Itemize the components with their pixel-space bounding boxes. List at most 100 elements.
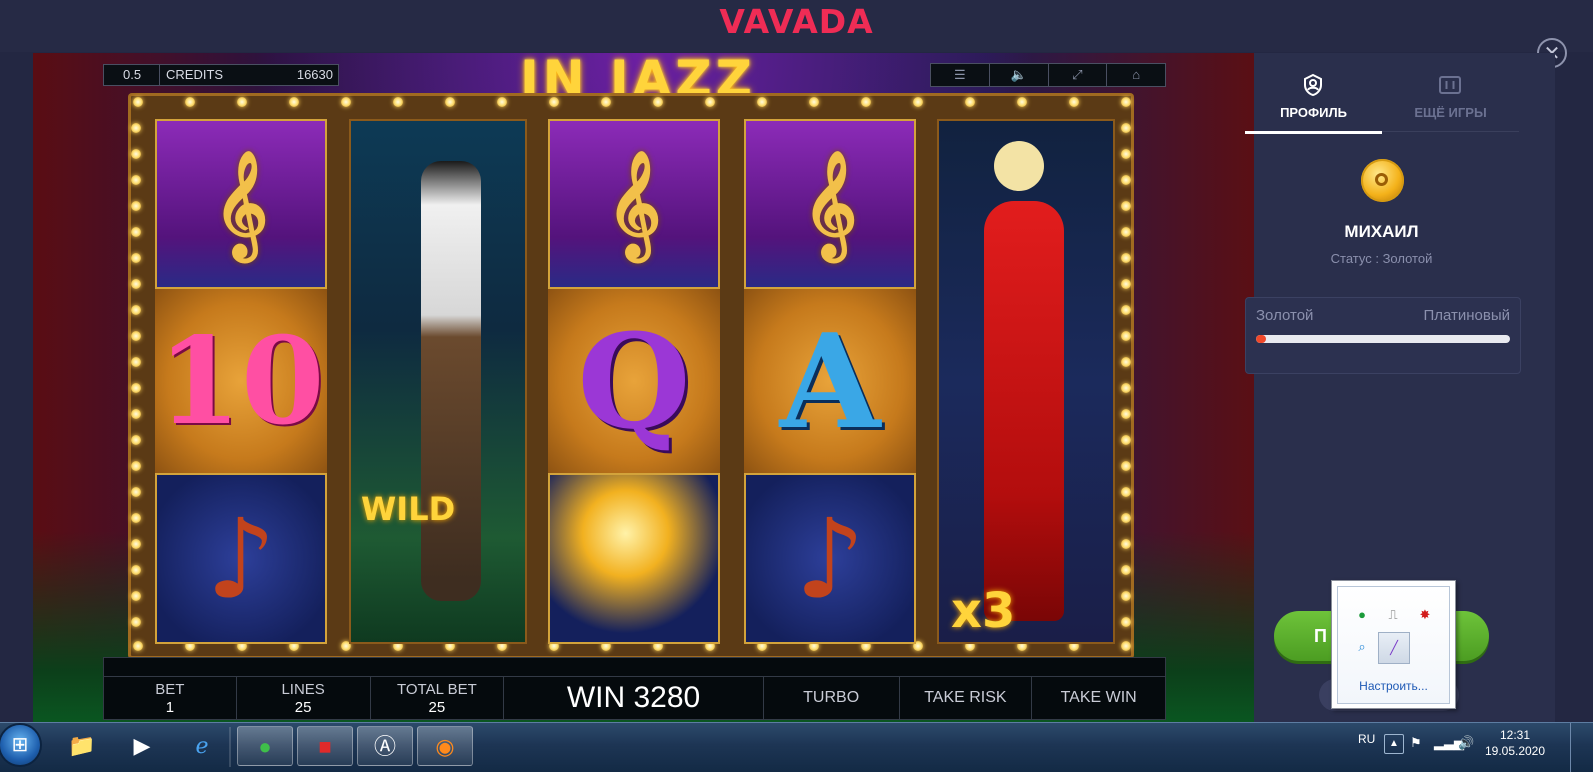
marquee-bulb — [131, 331, 141, 341]
start-button[interactable] — [0, 725, 40, 765]
marquee-bulb — [1121, 539, 1131, 549]
sound-icon[interactable]: 🔈 — [990, 64, 1049, 86]
marquee-bulb — [185, 97, 195, 107]
user-name: МИХАИЛ — [1344, 222, 1419, 241]
clock-time: 12:31 — [1499, 728, 1531, 742]
take-risk-button[interactable]: TAKE RISK — [900, 677, 1033, 719]
status-progress-card: Золотой Платиновый — [1245, 297, 1521, 374]
marquee-bulb — [1121, 565, 1131, 575]
network-status-icon[interactable]: ⚑ — [1410, 735, 1422, 751]
reel-3: 𝄞 Q — [548, 119, 720, 698]
marquee-bulb — [1121, 175, 1131, 185]
marquee-bulb — [1121, 641, 1131, 651]
gold-status-coin-icon — [1361, 159, 1404, 202]
show-hidden-icons-button[interactable]: ▲ — [1384, 734, 1404, 754]
tab-profile[interactable]: ПРОФИЛЬ — [1245, 53, 1382, 134]
tray-overflow-popup: ● ⎍ ✸ ⌕ ╱ Настроить... — [1331, 580, 1456, 709]
search-cursor-icon[interactable]: ⌕ — [1354, 639, 1370, 655]
system-clock[interactable]: 12:31 19.05.2020 — [1478, 727, 1552, 759]
marquee-bulb — [131, 461, 141, 471]
marquee-bulb — [1121, 279, 1131, 289]
double-bass-symbol: ♪ — [744, 473, 916, 644]
total-bet-control: TOTAL BET 25 — [371, 677, 505, 719]
total-bet-value: 25 — [428, 699, 446, 716]
progress-to-label: Платиновый — [1423, 307, 1510, 324]
singer-dress — [984, 201, 1064, 621]
reel-2: WILD — [349, 119, 527, 698]
volume-icon[interactable]: 🔊 — [1458, 735, 1474, 751]
queen-symbol: Q — [548, 289, 720, 473]
usb-icon[interactable]: ⎍ — [1385, 607, 1401, 623]
marquee-bulb — [131, 617, 141, 627]
marquee-bulb — [131, 565, 141, 575]
file-explorer-icon[interactable]: 📁 — [54, 726, 110, 766]
marquee-bulb — [445, 97, 455, 107]
bet-value: 1 — [165, 699, 175, 716]
divider — [159, 65, 160, 85]
vavada-logo[interactable]: VAVADA — [0, 2, 1593, 41]
french-horn-symbol: 𝄞 — [548, 119, 720, 289]
marquee-bulb — [131, 357, 141, 367]
status-progress-fill — [1256, 335, 1267, 343]
marquee-bulb — [131, 409, 141, 419]
pen-icon[interactable]: ╱ — [1378, 632, 1410, 664]
slot-game[interactable]: 0.5 CREDITS 16630 IN JAZZ ☰ 🔈 ⤢ ⌂ 𝄞 10 ♪… — [33, 53, 1254, 731]
network-green-icon[interactable]: ● — [1354, 607, 1370, 623]
antivirus-icon[interactable]: ✸ — [1417, 607, 1433, 623]
marquee-bulb — [1121, 487, 1131, 497]
customize-link[interactable]: Настроить... — [1338, 679, 1449, 693]
game-toolbar: ☰ 🔈 ⤢ ⌂ — [930, 63, 1166, 87]
marquee-bulb — [131, 487, 141, 497]
french-horn-symbol: 𝄞 — [155, 119, 327, 289]
saxophonist-figure — [421, 161, 481, 601]
lines-control[interactable]: LINES 25 — [237, 677, 371, 719]
turbo-button[interactable]: TURBO — [764, 677, 900, 719]
fullscreen-icon[interactable]: ⤢ — [1049, 64, 1108, 86]
slot-machine-icon — [1439, 76, 1461, 94]
marquee-bulb — [1069, 97, 1079, 107]
tray-popup-inner: ● ⎍ ✸ ⌕ ╱ Настроить... — [1337, 586, 1450, 704]
marquee-bulb — [1121, 383, 1131, 393]
firefox-icon[interactable]: ◉ — [417, 726, 473, 766]
marquee-bulb — [1121, 461, 1131, 471]
marquee-bulb — [549, 97, 559, 107]
red-app-icon[interactable]: ■ — [297, 726, 353, 766]
tab-more-games[interactable]: ЕЩЁ ИГРЫ — [1382, 53, 1519, 132]
bet-per-line: 0.5 — [123, 67, 142, 82]
green-app-icon[interactable]: ● — [237, 726, 293, 766]
marquee-bulb — [861, 97, 871, 107]
marquee-bulb — [757, 97, 767, 107]
marquee-bulb — [1121, 357, 1131, 367]
profile-icon — [1304, 73, 1322, 97]
bet-control[interactable]: BET 1 — [104, 677, 237, 719]
marquee-bulb — [1121, 331, 1131, 341]
multiplier-label: x3 — [951, 583, 1016, 639]
home-icon[interactable]: ⌂ — [1107, 64, 1165, 86]
menu-icon[interactable]: ☰ — [931, 64, 990, 86]
info-strip — [103, 657, 1166, 677]
game-control-bar: BET 1 LINES 25 TOTAL BET 25 WIN 3280 TUR… — [103, 676, 1166, 720]
marquee-bulb — [131, 175, 141, 185]
marquee-bulb — [131, 279, 141, 289]
marquee-bulb — [1121, 97, 1131, 107]
status-progress-bar — [1256, 335, 1510, 343]
reel-1: 𝄞 10 ♪ — [155, 119, 327, 698]
take-win-button[interactable]: TAKE WIN — [1032, 677, 1165, 719]
progress-from-label: Золотой — [1256, 307, 1314, 324]
saxophonist-wild-symbol: WILD — [349, 119, 527, 644]
marquee-bulb — [131, 305, 141, 315]
marquee-bulb — [131, 149, 141, 159]
marquee-bulb — [1121, 591, 1131, 601]
internet-explorer-icon[interactable]: ℯ — [174, 726, 230, 766]
show-desktop-button[interactable] — [1570, 723, 1593, 772]
anarchy-app-icon[interactable]: Ⓐ — [357, 726, 413, 766]
wild-label: WILD — [361, 490, 456, 528]
reel-5: x3 — [937, 119, 1115, 698]
media-player-icon[interactable]: ▶ — [114, 726, 170, 766]
ten-symbol: 10 — [155, 289, 327, 473]
double-bass-symbol: ♪ — [155, 473, 327, 644]
marquee-bulb — [341, 97, 351, 107]
win-display: WIN 3280 — [504, 677, 764, 719]
language-indicator[interactable]: RU — [1358, 732, 1375, 746]
total-bet-label: TOTAL BET — [397, 681, 477, 698]
